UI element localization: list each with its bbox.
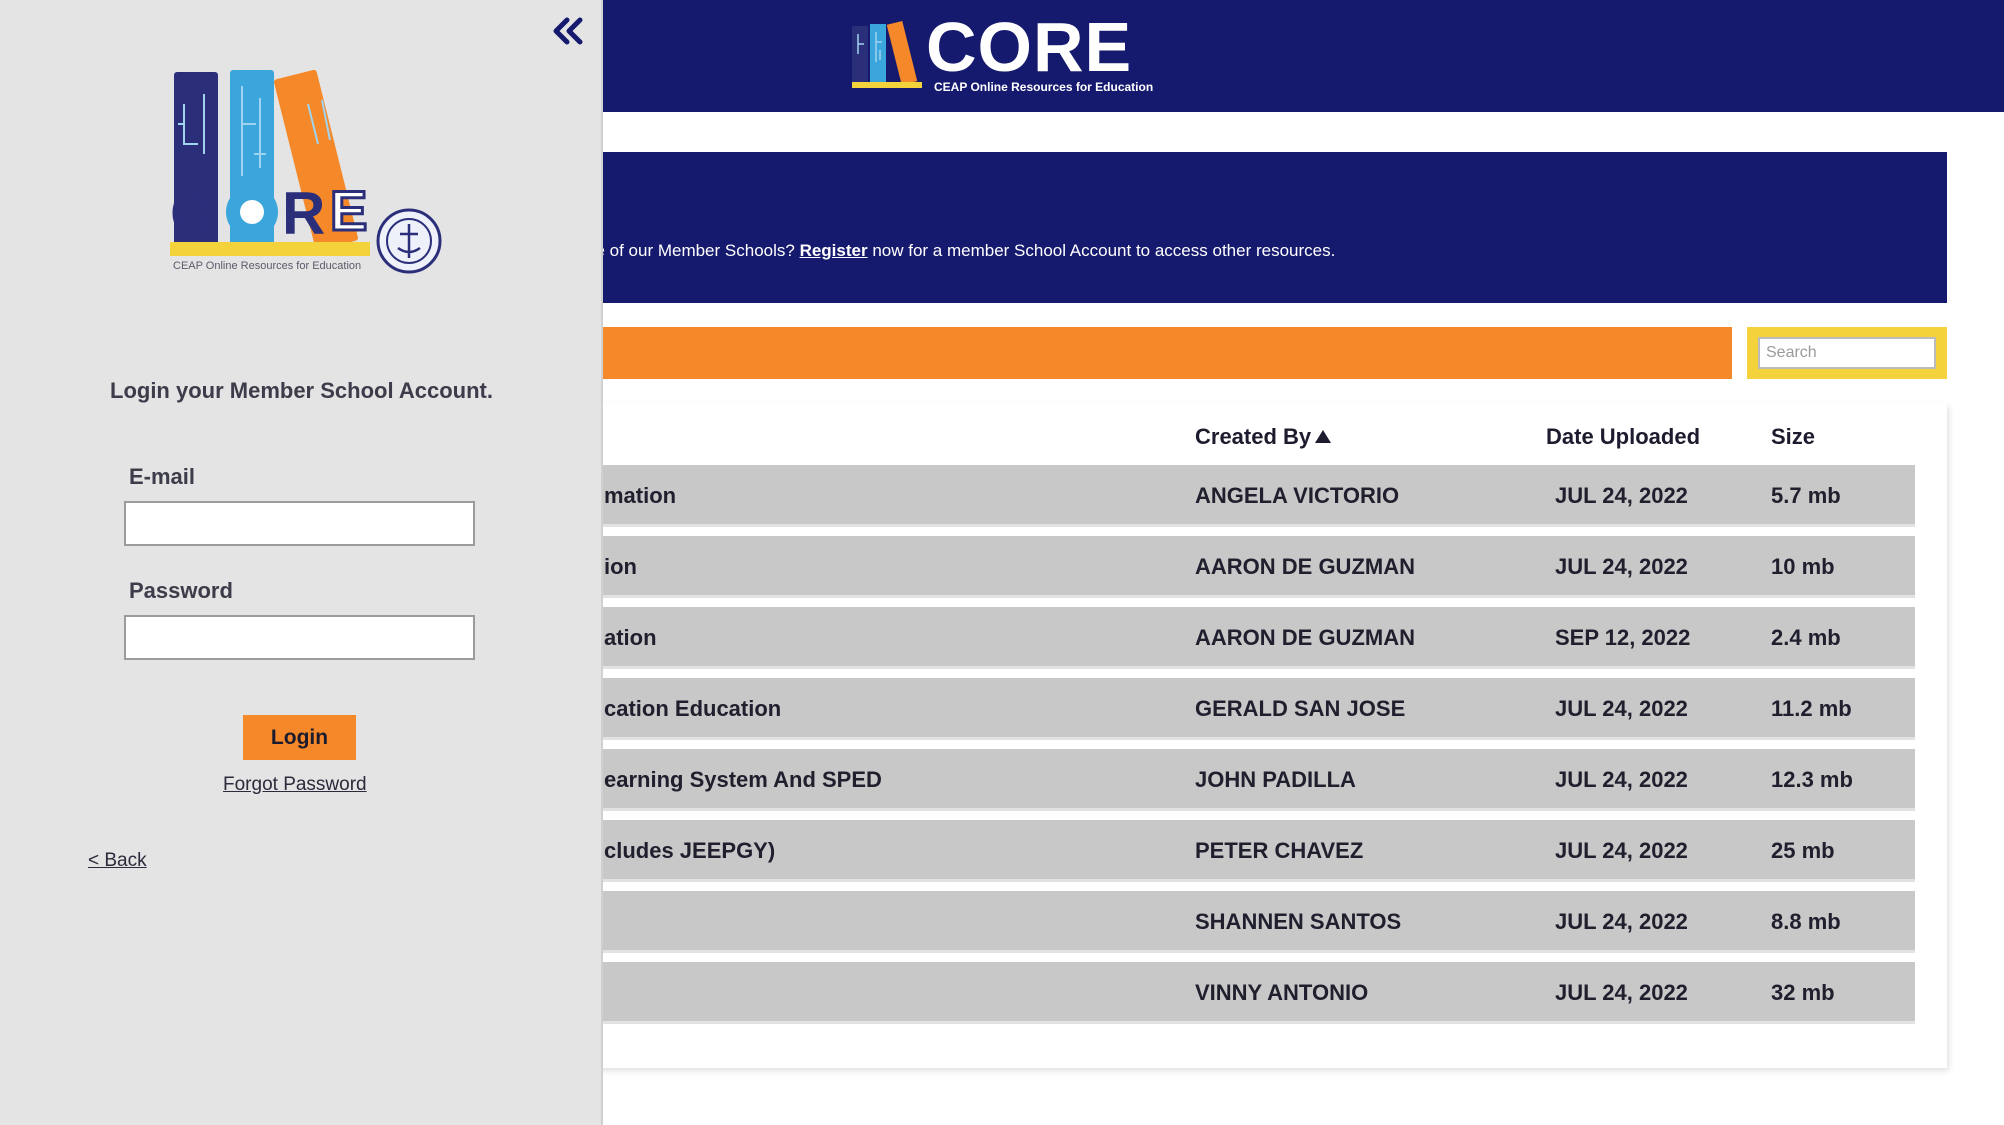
cell-date-uploaded: JUL 24, 2022 bbox=[1555, 980, 1688, 1005]
cell-title: cation Education bbox=[604, 696, 782, 721]
table-row[interactable]: cludes JEEPGY) PETER CHAVEZ JUL 24, 2022… bbox=[560, 820, 1915, 882]
forgot-password-link[interactable]: Forgot Password bbox=[223, 774, 367, 796]
search-input[interactable] bbox=[1758, 337, 1936, 369]
cell-created-by: VINNY ANTONIO bbox=[1195, 980, 1369, 1005]
table-row[interactable]: ation AARON DE GUZMAN SEP 12, 2022 2.4 m… bbox=[560, 607, 1915, 669]
search-container bbox=[1747, 327, 1947, 379]
login-button[interactable]: Login bbox=[243, 715, 356, 760]
cell-date-uploaded: JUL 24, 2022 bbox=[1555, 696, 1688, 721]
sort-ascending-icon bbox=[1315, 430, 1332, 443]
table-row[interactable]: earning System And SPED JOHN PADILLA JUL… bbox=[560, 749, 1915, 811]
category-bar bbox=[560, 327, 1732, 379]
login-sidebar: C R E CEAP Online Resources for Educatio… bbox=[0, 0, 603, 1125]
cell-created-by: SHANNEN SANTOS bbox=[1195, 909, 1402, 934]
register-banner: ne of our Member Schools? Register now f… bbox=[560, 152, 1947, 303]
table-row[interactable]: VINNY ANTONIO JUL 24, 2022 32 mb bbox=[560, 962, 1915, 1024]
back-link[interactable]: < Back bbox=[88, 850, 147, 872]
table-row[interactable]: cation Education GERALD SAN JOSE JUL 24,… bbox=[560, 678, 1915, 740]
core-sidebar-logo: C R E CEAP Online Resources for Educatio… bbox=[170, 64, 445, 284]
cell-date-uploaded: JUL 24, 2022 bbox=[1555, 483, 1688, 508]
svg-text:R: R bbox=[282, 180, 325, 247]
banner-text-before: ne of our Member Schools? bbox=[586, 241, 800, 260]
svg-text:E: E bbox=[330, 179, 367, 242]
banner-text-after: now for a member School Account to acces… bbox=[867, 241, 1336, 260]
register-link[interactable]: Register bbox=[800, 241, 868, 260]
banner-text: ne of our Member Schools? Register now f… bbox=[586, 241, 1335, 261]
collapse-sidebar-button[interactable] bbox=[550, 16, 586, 46]
cell-date-uploaded: JUL 24, 2022 bbox=[1555, 909, 1688, 934]
cell-title: mation bbox=[604, 483, 677, 508]
email-label: E-mail bbox=[129, 464, 196, 489]
email-field[interactable] bbox=[124, 501, 475, 546]
column-header-date-uploaded[interactable]: Date Uploaded bbox=[1546, 424, 1700, 450]
ceap-seal-icon bbox=[376, 208, 442, 274]
cell-created-by: AARON DE GUZMAN bbox=[1195, 554, 1415, 579]
cell-created-by: GERALD SAN JOSE bbox=[1195, 696, 1406, 721]
cell-date-uploaded: JUL 24, 2022 bbox=[1555, 767, 1688, 792]
cell-created-by: JOHN PADILLA bbox=[1195, 767, 1356, 792]
svg-text:C: C bbox=[170, 180, 213, 247]
cell-title: earning System And SPED bbox=[604, 767, 882, 792]
cell-title: cludes JEEPGY) bbox=[604, 838, 776, 863]
cell-size: 2.4 mb bbox=[1771, 625, 1841, 650]
table-row[interactable]: mation ANGELA VICTORIO JUL 24, 2022 5.7 … bbox=[560, 465, 1915, 527]
cell-date-uploaded: SEP 12, 2022 bbox=[1555, 625, 1691, 650]
cell-created-by: ANGELA VICTORIO bbox=[1195, 483, 1400, 508]
password-field[interactable] bbox=[124, 615, 475, 660]
core-header-logo[interactable]: CORE CEAP Online Resources for Education bbox=[850, 12, 1160, 94]
books-logo-icon bbox=[852, 20, 922, 88]
table-row[interactable]: ion AARON DE GUZMAN JUL 24, 2022 10 mb bbox=[560, 536, 1915, 598]
cell-size: 5.7 mb bbox=[1771, 483, 1841, 508]
column-header-created-by[interactable]: Created By bbox=[1195, 424, 1332, 450]
login-heading: Login your Member School Account. bbox=[110, 378, 493, 403]
cell-title: ion bbox=[604, 554, 637, 579]
cell-size: 10 mb bbox=[1771, 554, 1835, 579]
cell-title: ation bbox=[604, 625, 657, 650]
cell-size: 11.2 mb bbox=[1771, 696, 1852, 721]
cell-size: 12.3 mb bbox=[1771, 767, 1853, 792]
header-logo-wordmark: CORE bbox=[926, 8, 1133, 86]
cell-size: 32 mb bbox=[1771, 980, 1835, 1005]
password-label: Password bbox=[129, 578, 233, 603]
cell-created-by: PETER CHAVEZ bbox=[1195, 838, 1364, 863]
column-header-created-by-label: Created By bbox=[1195, 424, 1312, 449]
cell-date-uploaded: JUL 24, 2022 bbox=[1555, 554, 1688, 579]
cell-created-by: AARON DE GUZMAN bbox=[1195, 625, 1415, 650]
cell-date-uploaded: JUL 24, 2022 bbox=[1555, 838, 1688, 863]
table-row[interactable]: SHANNEN SANTOS JUL 24, 2022 8.8 mb bbox=[560, 891, 1915, 953]
column-header-size[interactable]: Size bbox=[1771, 424, 1815, 450]
header-logo-tagline: CEAP Online Resources for Education bbox=[934, 80, 1154, 94]
double-chevron-left-icon bbox=[553, 17, 583, 45]
sidebar-logo-tagline: CEAP Online Resources for Education bbox=[173, 260, 362, 272]
cell-size: 8.8 mb bbox=[1771, 909, 1841, 934]
cell-size: 25 mb bbox=[1771, 838, 1835, 863]
